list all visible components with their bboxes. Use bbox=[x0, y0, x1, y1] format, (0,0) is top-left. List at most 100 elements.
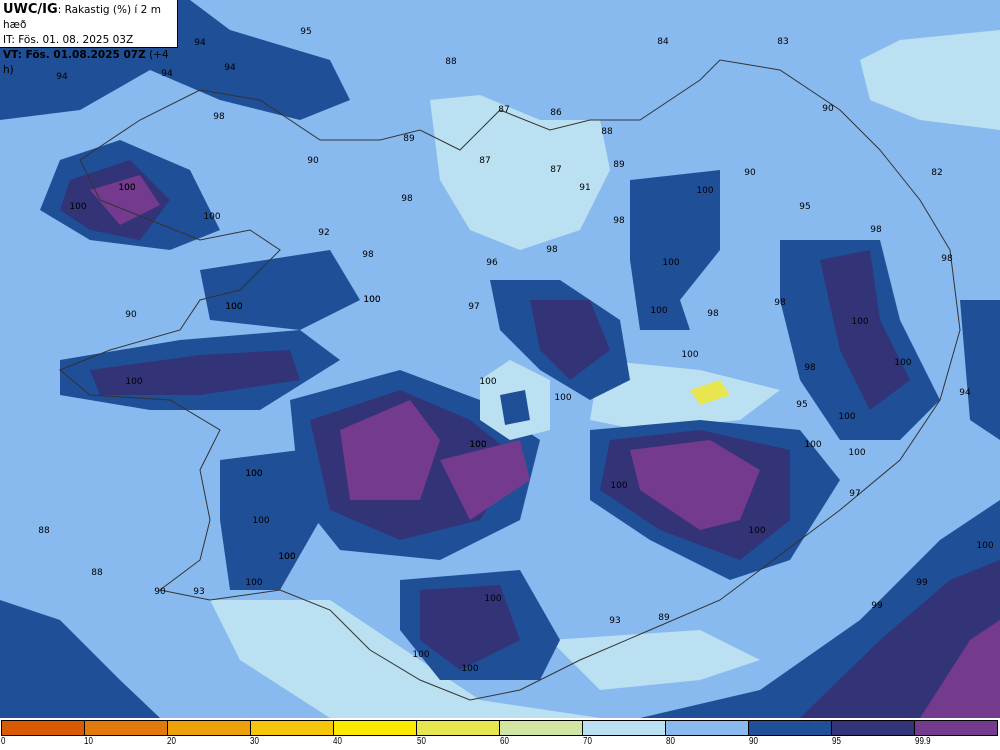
contour-value-label: 95 bbox=[796, 400, 807, 410]
contour-value-label: 87 bbox=[479, 156, 490, 166]
legend-tick-label: 30 bbox=[250, 736, 260, 747]
legend-swatch bbox=[915, 721, 997, 735]
legend-swatch bbox=[168, 721, 251, 735]
contour-value-label: 100 bbox=[681, 350, 698, 360]
contour-value-label: 98 bbox=[613, 216, 625, 226]
contour-value-label: 100 bbox=[484, 594, 501, 604]
legend-swatch bbox=[749, 721, 832, 735]
contour-value-label: 98 bbox=[546, 245, 558, 255]
legend-tick-label: 70 bbox=[582, 736, 592, 747]
contour-value-label: 100 bbox=[804, 440, 821, 450]
legend-swatch bbox=[417, 721, 500, 735]
contour-value-label: 100 bbox=[650, 306, 667, 316]
contour-value-label: 100 bbox=[554, 393, 571, 403]
contour-value-label: 88 bbox=[601, 127, 613, 137]
contour-value-label: 92 bbox=[318, 228, 329, 238]
contour-value-label: 100 bbox=[610, 481, 627, 491]
contour-value-label: 98 bbox=[804, 363, 816, 373]
contour-value-label: 88 bbox=[91, 568, 103, 578]
contour-value-label: 90 bbox=[125, 310, 137, 320]
humidity-map: 95949494 948884 839087 8688988990 8787 8990 82… bbox=[0, 0, 1000, 718]
contour-value-label: 98 bbox=[362, 250, 374, 260]
contour-value-label: 100 bbox=[278, 552, 295, 562]
legend-tick-label: 80 bbox=[665, 736, 675, 747]
contour-value-label: 90 bbox=[744, 168, 756, 178]
contour-value-label: 98 bbox=[213, 112, 225, 122]
contour-value-label: 87 bbox=[550, 165, 561, 175]
contour-value-label: 98 bbox=[941, 254, 953, 264]
contour-value-label: 94 bbox=[194, 38, 206, 48]
contour-value-label: 100 bbox=[838, 412, 855, 422]
contour-value-label: 100 bbox=[461, 664, 478, 674]
contour-value-label: 88 bbox=[445, 57, 457, 67]
map-header: UWC/IG: Rakastig (%) í 2 m hæð IT: Fös. … bbox=[0, 0, 178, 76]
contour-value-label: 95 bbox=[300, 27, 311, 37]
contour-value-label: 91 bbox=[579, 183, 590, 193]
valid-time: VT: Fös. 01.08.2025 07Z bbox=[3, 49, 146, 61]
contour-value-label: 98 bbox=[401, 194, 413, 204]
legend-tick-label: 40 bbox=[333, 736, 343, 747]
legend-tick-label: 20 bbox=[167, 736, 177, 747]
legend-tick-label: 99.9 bbox=[915, 736, 931, 747]
contour-value-label: 100 bbox=[203, 212, 220, 222]
contour-value-label: 82 bbox=[931, 168, 942, 178]
color-legend: 0 10 20 30 40 50 60 70 80 90 95 99.9 bbox=[0, 719, 1000, 750]
legend-swatch bbox=[2, 721, 85, 735]
contour-value-label: 90 bbox=[307, 156, 319, 166]
contour-value-label: 100 bbox=[252, 516, 269, 526]
legend-swatch bbox=[500, 721, 583, 735]
contour-value-label: 100 bbox=[363, 295, 380, 305]
contour-value-label: 94 bbox=[224, 63, 236, 73]
model-name: UWC/IG bbox=[3, 2, 58, 17]
contour-value-label: 100 bbox=[469, 440, 486, 450]
contour-value-label: 93 bbox=[193, 587, 204, 597]
contour-value-label: 84 bbox=[657, 37, 669, 47]
contour-value-label: 97 bbox=[849, 489, 860, 499]
contour-value-label: 100 bbox=[69, 202, 86, 212]
contour-value-label: 100 bbox=[479, 377, 496, 387]
contour-value-label: 90 bbox=[822, 104, 834, 114]
contour-value-label: 89 bbox=[613, 160, 625, 170]
contour-value-label: 95 bbox=[799, 202, 810, 212]
legend-swatch bbox=[666, 721, 749, 735]
contour-value-label: 100 bbox=[696, 186, 713, 196]
legend-colorbar bbox=[1, 720, 998, 736]
contour-value-label: 93 bbox=[609, 616, 620, 626]
contour-value-label: 97 bbox=[468, 302, 479, 312]
contour-value-label: 100 bbox=[125, 377, 142, 387]
contour-value-label: 99 bbox=[916, 578, 928, 588]
contour-value-label: 86 bbox=[550, 108, 562, 118]
contour-value-label: 100 bbox=[225, 302, 242, 312]
contour-value-label: 100 bbox=[412, 650, 429, 660]
contour-value-label: 96 bbox=[486, 258, 498, 268]
legend-swatch bbox=[832, 721, 915, 735]
legend-tick-label: 50 bbox=[416, 736, 426, 747]
contour-value-label: 100 bbox=[245, 578, 262, 588]
init-time: IT: Fös. 01. 08. 2025 03Z bbox=[3, 34, 134, 46]
contour-value-label: 98 bbox=[870, 225, 882, 235]
contour-value-label: 87 bbox=[498, 105, 509, 115]
legend-tick-label: 10 bbox=[84, 736, 93, 747]
contour-value-label: 89 bbox=[658, 613, 670, 623]
contour-value-label: 100 bbox=[245, 469, 262, 479]
contour-value-label: 100 bbox=[748, 526, 765, 536]
contour-value-label: 98 bbox=[774, 298, 786, 308]
contour-value-label: 100 bbox=[118, 183, 135, 193]
contour-value-label: 100 bbox=[976, 541, 993, 551]
contour-value-label: 98 bbox=[707, 309, 719, 319]
legend-tick-label: 95 bbox=[832, 736, 841, 747]
contour-value-label: 100 bbox=[662, 258, 679, 268]
contour-value-label: 90 bbox=[154, 587, 166, 597]
contour-value-label: 100 bbox=[851, 317, 868, 327]
legend-tick-label: 90 bbox=[748, 736, 758, 747]
contour-value-label: 89 bbox=[403, 134, 415, 144]
legend-swatch bbox=[334, 721, 417, 735]
contour-value-label: 94 bbox=[959, 388, 971, 398]
legend-swatch bbox=[85, 721, 168, 735]
legend-swatch bbox=[583, 721, 666, 735]
legend-tick-label: 60 bbox=[499, 736, 509, 747]
legend-swatch bbox=[251, 721, 334, 735]
contour-value-label: 100 bbox=[848, 448, 865, 458]
contour-value-label: 88 bbox=[38, 526, 50, 536]
contour-value-label: 83 bbox=[777, 37, 788, 47]
